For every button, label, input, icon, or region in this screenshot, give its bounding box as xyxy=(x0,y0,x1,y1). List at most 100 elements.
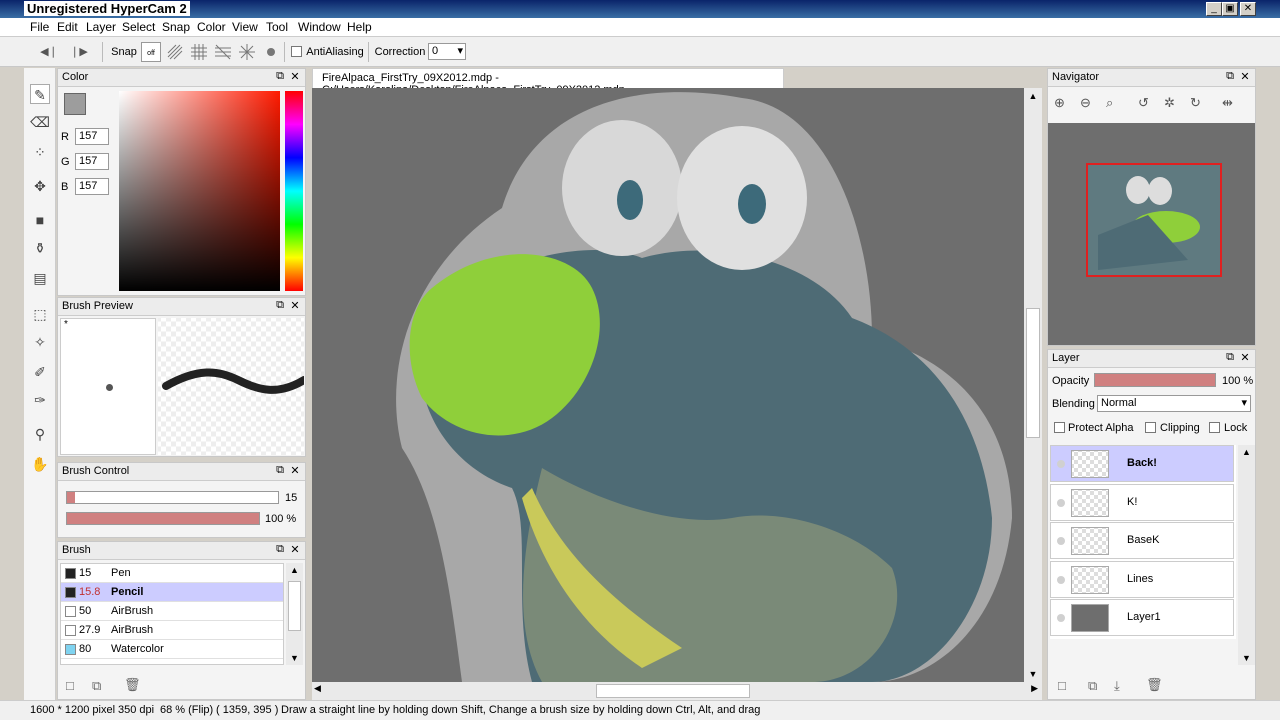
flip-icon[interactable]: ⇹ xyxy=(1222,95,1233,111)
select-eraser-icon[interactable]: ✑ xyxy=(30,390,50,410)
redo-icon[interactable]: ❘▶ xyxy=(70,43,88,61)
brush-item[interactable]: 80 Watercolor xyxy=(61,640,283,659)
new-layer-icon[interactable]: □ xyxy=(1058,678,1066,693)
layer-opacity-slider[interactable] xyxy=(1094,373,1216,387)
float-icon[interactable]: ⧉ xyxy=(1223,70,1237,83)
close-icon[interactable]: ✕ xyxy=(288,299,302,312)
rotate-right-icon[interactable]: ↻ xyxy=(1190,95,1201,111)
delete-layer-icon[interactable]: 🗑 xyxy=(1146,677,1163,693)
new-brush-icon[interactable]: □ xyxy=(66,678,74,693)
scroll-up-icon[interactable]: ▲ xyxy=(1024,88,1042,104)
float-icon[interactable]: ⧉ xyxy=(273,543,287,556)
eyedropper-icon[interactable]: ⚲ xyxy=(30,424,50,444)
foreground-swatch[interactable] xyxy=(64,93,86,115)
menu-layer[interactable]: Layer xyxy=(86,20,116,34)
menu-window[interactable]: Window xyxy=(298,20,341,34)
scroll-thumb[interactable] xyxy=(1026,308,1040,438)
snap-radial-icon[interactable] xyxy=(237,42,257,62)
close-icon[interactable]: ✕ xyxy=(288,70,302,83)
select-tool-icon[interactable]: ⬚ xyxy=(30,304,50,324)
menu-color[interactable]: Color xyxy=(197,20,226,34)
protect-alpha-checkbox[interactable] xyxy=(1054,422,1065,433)
menu-view[interactable]: View xyxy=(232,20,258,34)
antialiasing-checkbox[interactable] xyxy=(291,46,302,57)
snap-grid-icon[interactable] xyxy=(189,42,209,62)
scroll-down-icon[interactable]: ▼ xyxy=(1024,666,1042,682)
select-pen-icon[interactable]: ✐ xyxy=(30,362,50,382)
visibility-icon[interactable] xyxy=(1057,614,1065,622)
lock-checkbox[interactable] xyxy=(1209,422,1220,433)
scroll-down-icon[interactable]: ▼ xyxy=(286,651,303,665)
menu-edit[interactable]: Edit xyxy=(57,20,78,34)
menu-file[interactable]: File xyxy=(30,20,49,34)
layer-list-scrollbar[interactable]: ▲ ▼ xyxy=(1238,445,1255,665)
correction-select[interactable]: 0 ▾ xyxy=(428,43,466,60)
merge-layer-icon[interactable]: ⤓ xyxy=(1114,678,1120,694)
close-button[interactable]: ✕ xyxy=(1240,2,1256,16)
menu-tool[interactable]: Tool xyxy=(266,20,288,34)
b-input[interactable]: 157 xyxy=(75,178,109,195)
layer-row[interactable]: Back! xyxy=(1050,445,1234,482)
brush-item[interactable]: 15.8 Pencil xyxy=(61,583,283,602)
r-input[interactable]: 157 xyxy=(75,128,109,145)
visibility-icon[interactable] xyxy=(1057,537,1065,545)
hue-slider[interactable] xyxy=(285,91,303,291)
rotate-left-icon[interactable]: ↺ xyxy=(1138,95,1149,111)
float-icon[interactable]: ⧉ xyxy=(273,70,287,83)
layer-row[interactable]: Layer1 xyxy=(1050,599,1234,636)
snap-parallel-icon[interactable] xyxy=(165,42,185,62)
close-icon[interactable]: ✕ xyxy=(1238,70,1252,83)
scroll-down-icon[interactable]: ▼ xyxy=(1238,651,1255,665)
brush-size-slider[interactable] xyxy=(66,491,279,504)
canvas[interactable] xyxy=(312,88,1024,682)
blending-select[interactable]: Normal ▾ xyxy=(1097,395,1251,412)
delete-brush-icon[interactable]: 🗑 xyxy=(124,677,141,693)
maximize-button[interactable]: ▣ xyxy=(1222,2,1238,16)
float-icon[interactable]: ⧉ xyxy=(273,464,287,477)
menu-select[interactable]: Select xyxy=(122,20,155,34)
document-tab[interactable]: FireAlpaca_FirstTry_09X2012.mdp - C:/Use… xyxy=(312,68,784,96)
magic-wand-icon[interactable]: ✧ xyxy=(30,332,50,352)
layer-row[interactable]: Lines xyxy=(1050,560,1234,598)
eraser-tool-icon[interactable]: ⌫ xyxy=(30,112,50,132)
float-icon[interactable]: ⧉ xyxy=(1223,351,1237,364)
canvas-horizontal-scrollbar[interactable]: ◀ ▶ xyxy=(312,682,1042,700)
fill-rect-tool-icon[interactable]: ■ xyxy=(30,210,50,230)
snap-off-button[interactable]: off xyxy=(141,42,161,62)
reset-rotation-icon[interactable]: ✲ xyxy=(1164,95,1175,111)
navigator-view[interactable] xyxy=(1048,123,1255,345)
visibility-icon[interactable] xyxy=(1057,498,1065,507)
pen-tool-icon[interactable]: ✎ xyxy=(30,84,50,104)
duplicate-layer-icon[interactable]: ⧉ xyxy=(1088,678,1097,694)
canvas-vertical-scrollbar[interactable]: ▲ ▼ xyxy=(1024,88,1042,682)
hand-tool-icon[interactable]: ✋ xyxy=(30,454,50,474)
undo-icon[interactable]: ◀❘ xyxy=(40,43,58,61)
scroll-right-icon[interactable]: ▶ xyxy=(1031,683,1038,694)
visibility-icon[interactable] xyxy=(1057,575,1065,584)
float-icon[interactable]: ⧉ xyxy=(273,299,287,312)
move-tool-icon[interactable]: ✥ xyxy=(30,176,50,196)
zoom-in-icon[interactable]: ⊕ xyxy=(1054,95,1065,111)
brush-list-scrollbar[interactable]: ▲ ▼ xyxy=(286,563,303,665)
zoom-out-icon[interactable]: ⊖ xyxy=(1080,95,1091,111)
visibility-icon[interactable] xyxy=(1057,460,1065,468)
brush-opacity-slider[interactable] xyxy=(66,512,260,525)
brush-item[interactable]: 27.9 AirBrush xyxy=(61,621,283,640)
g-input[interactable]: 157 xyxy=(75,153,109,170)
snap-circle-icon[interactable] xyxy=(261,42,281,62)
zoom-fit-icon[interactable]: ⌕ xyxy=(1106,95,1113,111)
menu-help[interactable]: Help xyxy=(347,20,372,34)
menu-snap[interactable]: Snap xyxy=(162,20,190,34)
minimize-button[interactable]: _ xyxy=(1206,2,1222,16)
navigator-viewport-frame[interactable] xyxy=(1086,163,1222,277)
scroll-thumb[interactable] xyxy=(288,581,301,631)
close-icon[interactable]: ✕ xyxy=(288,543,302,556)
layer-row[interactable]: K! xyxy=(1050,483,1234,521)
close-icon[interactable]: ✕ xyxy=(288,464,302,477)
bucket-tool-icon[interactable]: ⚱ xyxy=(30,238,50,258)
dot-tool-icon[interactable]: ⁘ xyxy=(30,142,50,162)
duplicate-brush-icon[interactable]: ⧉ xyxy=(92,678,101,694)
close-icon[interactable]: ✕ xyxy=(1238,351,1252,364)
clipping-checkbox[interactable] xyxy=(1145,422,1156,433)
brush-item[interactable]: 50 AirBrush xyxy=(61,602,283,621)
